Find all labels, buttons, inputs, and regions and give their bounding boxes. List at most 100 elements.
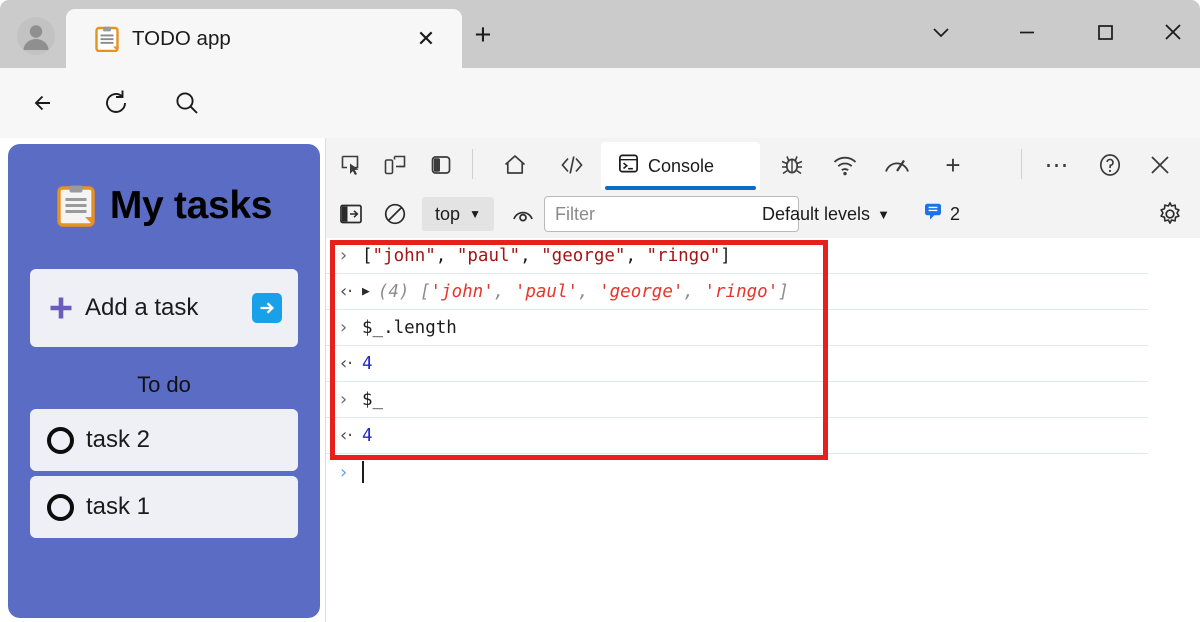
- console-row-text: $_: [362, 389, 384, 410]
- arrow-right-icon: [260, 302, 275, 314]
- window-maximize-button[interactable]: [1080, 8, 1130, 56]
- chevron-down-icon: ▼: [469, 207, 481, 221]
- performance-tab[interactable]: [878, 147, 916, 183]
- todo-app-header: My tasks: [8, 168, 320, 244]
- todo-app-card: My tasks Add a task To do task 2 task 1: [8, 144, 320, 618]
- clear-console-icon: [384, 203, 406, 225]
- close-tab-button[interactable]: ✕: [412, 25, 440, 53]
- console-row-output[interactable]: ‹· ▶ (4) ['john', 'paul', 'george', 'rin…: [326, 274, 1148, 310]
- expand-array-triangle-icon[interactable]: ▶: [362, 284, 370, 299]
- console-filter-bar: top ▼ Default levels ▼: [326, 190, 1200, 239]
- home-icon: [504, 155, 526, 174]
- task-list-item[interactable]: task 1: [30, 476, 298, 538]
- help-icon: [1099, 154, 1121, 176]
- console-log-levels-selector[interactable]: Default levels ▼: [762, 199, 890, 229]
- add-task-input-row[interactable]: Add a task: [30, 269, 298, 347]
- sources-tab[interactable]: [773, 147, 811, 183]
- add-tool-button[interactable]: +: [934, 147, 972, 183]
- console-log-area[interactable]: › ["john", "paul", "george", "ringo"] ‹·…: [326, 238, 1200, 622]
- add-task-placeholder: Add a task: [85, 294, 199, 321]
- browser-tab-todo-app[interactable]: TODO app ✕: [66, 9, 462, 68]
- input-prompt-arrow: ›: [340, 317, 348, 338]
- console-row-text: ["john", "paul", "george", "ringo"]: [362, 245, 731, 266]
- gear-icon: [1160, 202, 1180, 224]
- console-sidebar-toggle[interactable]: [334, 198, 368, 230]
- browser-window: TODO app ✕ + My tasks Add a task To do t…: [0, 0, 1200, 622]
- search-icon: [176, 92, 198, 114]
- todo-section-label: To do: [137, 372, 191, 397]
- toolbar-divider: [472, 149, 473, 179]
- performance-icon: [885, 159, 909, 172]
- task-label: task 2: [86, 426, 151, 453]
- console-row-input[interactable]: › ["john", "paul", "george", "ringo"]: [326, 238, 1148, 274]
- message-count-label: 2: [950, 203, 961, 224]
- search-button[interactable]: [164, 80, 210, 126]
- chevron-down-icon: [933, 28, 949, 38]
- context-label: top: [435, 203, 461, 224]
- back-arrow-icon: [34, 95, 50, 111]
- devtools-close-button[interactable]: [1141, 147, 1179, 183]
- toolbar-divider: [1021, 149, 1022, 179]
- output-prompt-arrow: ‹·: [340, 353, 353, 374]
- text-cursor: [362, 461, 364, 483]
- console-row-input[interactable]: › $_: [326, 382, 1148, 418]
- eye-icon: [513, 211, 533, 222]
- plus-icon: [48, 295, 74, 321]
- task-checkbox[interactable]: [47, 493, 74, 521]
- task-checkbox[interactable]: [47, 426, 74, 454]
- close-icon: [1165, 24, 1181, 40]
- network-icon: [833, 156, 857, 176]
- device-emulation-icon[interactable]: [376, 147, 414, 183]
- browser-navigation-bar: microsoftedge.github.io/Demos/demo-to-do…: [0, 68, 1200, 197]
- input-prompt-arrow: ›: [340, 245, 348, 266]
- tab-console[interactable]: Console: [601, 142, 760, 190]
- console-message-count[interactable]: 2: [923, 199, 960, 229]
- window-minimize-button[interactable]: [1002, 8, 1052, 56]
- new-tab-button[interactable]: +: [466, 18, 500, 52]
- javascript-context-selector[interactable]: top ▼: [422, 197, 494, 231]
- console-row-text: (4) ['john', 'paul', 'george', 'ringo']: [377, 281, 789, 302]
- live-expression-button[interactable]: [506, 198, 540, 230]
- log-levels-label: Default levels: [762, 203, 871, 224]
- console-scrollbar[interactable]: [1191, 238, 1200, 622]
- task-list-item[interactable]: task 2: [30, 409, 298, 471]
- console-input-prompt[interactable]: ›: [326, 454, 1200, 490]
- devtools-panel: Console + ⋯ top ▼ Filter Default levels …: [325, 138, 1200, 622]
- clipboard-icon: [94, 26, 120, 53]
- avatar-icon: [17, 17, 55, 55]
- maximize-icon: [1098, 25, 1113, 40]
- clear-console-button[interactable]: [378, 198, 412, 230]
- inspect-element-icon[interactable]: [333, 147, 371, 183]
- tab-actions-menu-button[interactable]: [916, 8, 966, 56]
- profile-avatar[interactable]: [10, 10, 62, 62]
- page-viewport: My tasks Add a task To do task 2 task 1: [0, 138, 325, 622]
- output-prompt-arrow: ‹·: [340, 281, 353, 302]
- welcome-tab[interactable]: [496, 147, 534, 183]
- minimize-icon: [1020, 31, 1034, 34]
- add-task-submit-button[interactable]: [252, 293, 282, 323]
- elements-tab[interactable]: [553, 147, 591, 183]
- devtools-tab-bar: Console + ⋯: [326, 138, 1200, 191]
- console-row-output[interactable]: ‹· 4: [326, 418, 1148, 454]
- input-prompt-arrow: ›: [340, 389, 348, 410]
- browser-tab-title: TODO app: [132, 27, 231, 50]
- console-settings-button[interactable]: [1153, 197, 1187, 231]
- code-icon: [561, 156, 583, 174]
- todo-app-title: My tasks: [109, 184, 273, 227]
- devtools-help-button[interactable]: [1091, 147, 1129, 183]
- back-button[interactable]: [22, 80, 68, 126]
- devtools-overflow-menu[interactable]: ⋯: [1038, 147, 1076, 183]
- dock-side-icon[interactable]: [422, 147, 460, 183]
- clipboard-icon: [56, 184, 96, 228]
- prompt-arrow-icon: ›: [340, 461, 348, 483]
- console-row-input[interactable]: › $_.length: [326, 310, 1148, 346]
- console-row-output[interactable]: ‹· 4: [326, 346, 1148, 382]
- window-close-button[interactable]: [1148, 8, 1198, 56]
- console-row-text: $_.length: [362, 317, 457, 338]
- output-prompt-arrow: ‹·: [340, 425, 353, 446]
- reload-button[interactable]: [93, 80, 139, 126]
- task-list: task 2 task 1: [30, 409, 298, 543]
- console-filter-input[interactable]: [544, 196, 799, 232]
- network-tab[interactable]: [826, 147, 864, 183]
- console-row-text: 4: [362, 353, 373, 374]
